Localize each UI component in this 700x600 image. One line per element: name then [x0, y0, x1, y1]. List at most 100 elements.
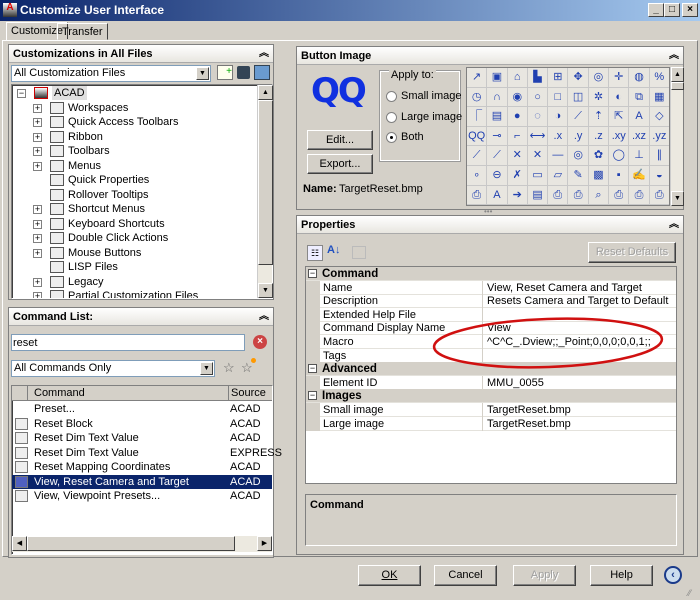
- icon-cell[interactable]: ⊸: [487, 126, 508, 147]
- icon-cell[interactable]: ▙: [527, 68, 549, 88]
- icon-cell[interactable]: ◷: [467, 87, 488, 108]
- icon-cell[interactable]: ✲: [588, 87, 610, 108]
- icon-cell[interactable]: .x: [548, 126, 569, 147]
- icon-cell[interactable]: ↗: [467, 68, 488, 88]
- icon-cell[interactable]: ⌂: [507, 68, 528, 88]
- cancel-button[interactable]: Cancel: [434, 565, 497, 586]
- close-button[interactable]: ×: [682, 3, 698, 17]
- export-button[interactable]: Export...: [307, 154, 373, 174]
- icon-cell[interactable]: ⌕: [588, 185, 610, 205]
- collapse-icon[interactable]: ︽: [259, 45, 269, 63]
- icon-cell[interactable]: ◯: [609, 146, 630, 166]
- icon-cell[interactable]: ✥: [568, 68, 589, 88]
- icon-cell[interactable]: ◉: [507, 87, 528, 108]
- ok-button[interactable]: OK: [358, 565, 421, 586]
- save-as-icon[interactable]: [254, 65, 270, 80]
- property-value[interactable]: View, Reset Camera and Target: [484, 281, 642, 295]
- icon-cell[interactable]: ✕: [507, 146, 528, 166]
- scroll-down-icon[interactable]: ▼: [671, 191, 684, 206]
- icon-cell[interactable]: ◇: [649, 107, 669, 127]
- table-row[interactable]: Reset Mapping Coordinates ACAD: [12, 460, 272, 475]
- collapse-icon[interactable]: ︽: [669, 47, 679, 65]
- icon-cell[interactable]: ▣: [487, 68, 508, 88]
- icon-cell[interactable]: ⟋: [487, 146, 508, 166]
- property-value[interactable]: MMU_0055: [484, 376, 544, 390]
- apply-button[interactable]: Apply: [513, 565, 576, 586]
- collapse-category-icon[interactable]: −: [308, 269, 317, 278]
- icon-cell[interactable]: ⎙: [609, 185, 630, 205]
- tree-item[interactable]: + Shortcut Menus: [17, 202, 257, 216]
- icon-cell[interactable]: ⟋: [568, 107, 589, 127]
- icon-cell[interactable]: ○: [527, 87, 549, 108]
- table-row[interactable]: Reset Block ACAD: [12, 417, 272, 432]
- icon-cell[interactable]: ◑: [548, 107, 569, 127]
- icon-cell[interactable]: A: [629, 107, 650, 127]
- horizontal-scrollbar[interactable]: ◀ ▶: [12, 536, 272, 552]
- icon-cell[interactable]: ◌: [527, 107, 549, 127]
- icon-cell[interactable]: ✕: [527, 146, 549, 166]
- tree-item[interactable]: − ACAD: [17, 86, 257, 100]
- icon-cell[interactable]: ◫: [568, 87, 589, 108]
- sort-alpha-icon[interactable]: A↓: [327, 244, 340, 256]
- icon-cell[interactable]: ✎: [568, 165, 589, 186]
- icon-cell[interactable]: ●: [507, 107, 528, 127]
- save-icon[interactable]: [237, 66, 250, 79]
- icon-cell[interactable]: ⎙: [467, 185, 488, 205]
- icon-cell[interactable]: .y: [568, 126, 589, 147]
- icon-cell[interactable]: ▦: [649, 87, 669, 108]
- column-source[interactable]: Source: [228, 386, 266, 401]
- scroll-down-icon[interactable]: ▼: [258, 283, 273, 298]
- find-command-icon[interactable]: ☆: [223, 360, 235, 376]
- icon-cell[interactable]: ⇡: [588, 107, 610, 127]
- icon-cell[interactable]: .yz: [649, 126, 669, 147]
- categorized-icon[interactable]: ☷: [307, 245, 323, 261]
- expand-toggle-icon[interactable]: +: [33, 147, 42, 156]
- expand-toggle-icon[interactable]: +: [33, 277, 42, 287]
- tree-item[interactable]: + Legacy: [17, 275, 257, 289]
- clear-search-icon[interactable]: ×: [253, 335, 267, 349]
- icon-cell[interactable]: ⌐: [507, 126, 528, 147]
- icon-cell[interactable]: ⟋: [467, 146, 488, 166]
- collapse-icon[interactable]: ︽: [669, 216, 679, 234]
- collapse-category-icon[interactable]: −: [308, 391, 317, 401]
- reset-defaults-button[interactable]: Reset Defaults: [588, 242, 676, 263]
- tree-item[interactable]: + Double Click Actions: [17, 231, 257, 245]
- tree-item[interactable]: + Quick Access Toolbars: [17, 115, 257, 129]
- icon-cell[interactable]: ▤: [527, 185, 549, 205]
- property-value[interactable]: TargetReset.bmp: [484, 417, 571, 431]
- collapse-panel-icon[interactable]: ‹: [664, 566, 682, 584]
- icon-cell[interactable]: ◍: [629, 68, 650, 88]
- icon-cell[interactable]: ∩: [487, 87, 508, 108]
- icon-cell[interactable]: ▩: [588, 165, 610, 186]
- icon-cell[interactable]: ⎙: [548, 185, 569, 205]
- icon-cell[interactable]: ⧉: [629, 87, 650, 108]
- tree-item[interactable]: + Workspaces: [17, 101, 257, 115]
- expand-toggle-icon[interactable]: +: [33, 132, 42, 142]
- icon-cell[interactable]: ▭: [527, 165, 549, 186]
- icon-cell[interactable]: ⎙: [629, 185, 650, 205]
- tab-transfer[interactable]: Transfer: [57, 23, 108, 40]
- tree-item[interactable]: Rollover Tooltips: [17, 188, 257, 202]
- chevron-down-icon[interactable]: ▼: [200, 362, 213, 375]
- collapse-category-icon[interactable]: −: [308, 364, 317, 374]
- chevron-down-icon[interactable]: ▼: [196, 67, 209, 80]
- table-row[interactable]: View, Viewpoint Presets... ACAD: [12, 489, 272, 504]
- expand-toggle-icon[interactable]: +: [33, 248, 42, 258]
- small-image-radio[interactable]: [386, 91, 397, 102]
- icon-cell[interactable]: ⎙: [649, 185, 669, 205]
- category-images[interactable]: − Images: [306, 389, 676, 404]
- scroll-thumb[interactable]: [671, 82, 684, 90]
- property-value[interactable]: Resets Camera and Target to Default: [484, 294, 668, 308]
- icon-cell[interactable]: ⎙: [568, 185, 589, 205]
- icon-cell[interactable]: □: [548, 87, 569, 108]
- icon-cell[interactable]: ◒: [649, 165, 669, 186]
- collapse-icon[interactable]: ︽: [259, 308, 269, 326]
- tree-item[interactable]: + Ribbon: [17, 130, 257, 144]
- table-row[interactable]: Preset... ACAD: [12, 402, 272, 417]
- resize-grip-icon[interactable]: ⁄⁄: [688, 588, 691, 598]
- property-row[interactable]: Element ID MMU_0055: [306, 375, 676, 390]
- scroll-right-icon[interactable]: ▶: [257, 536, 272, 551]
- both-radio[interactable]: [386, 132, 397, 143]
- icon-cell[interactable]: .xz: [629, 126, 650, 147]
- help-button[interactable]: Help: [590, 565, 653, 586]
